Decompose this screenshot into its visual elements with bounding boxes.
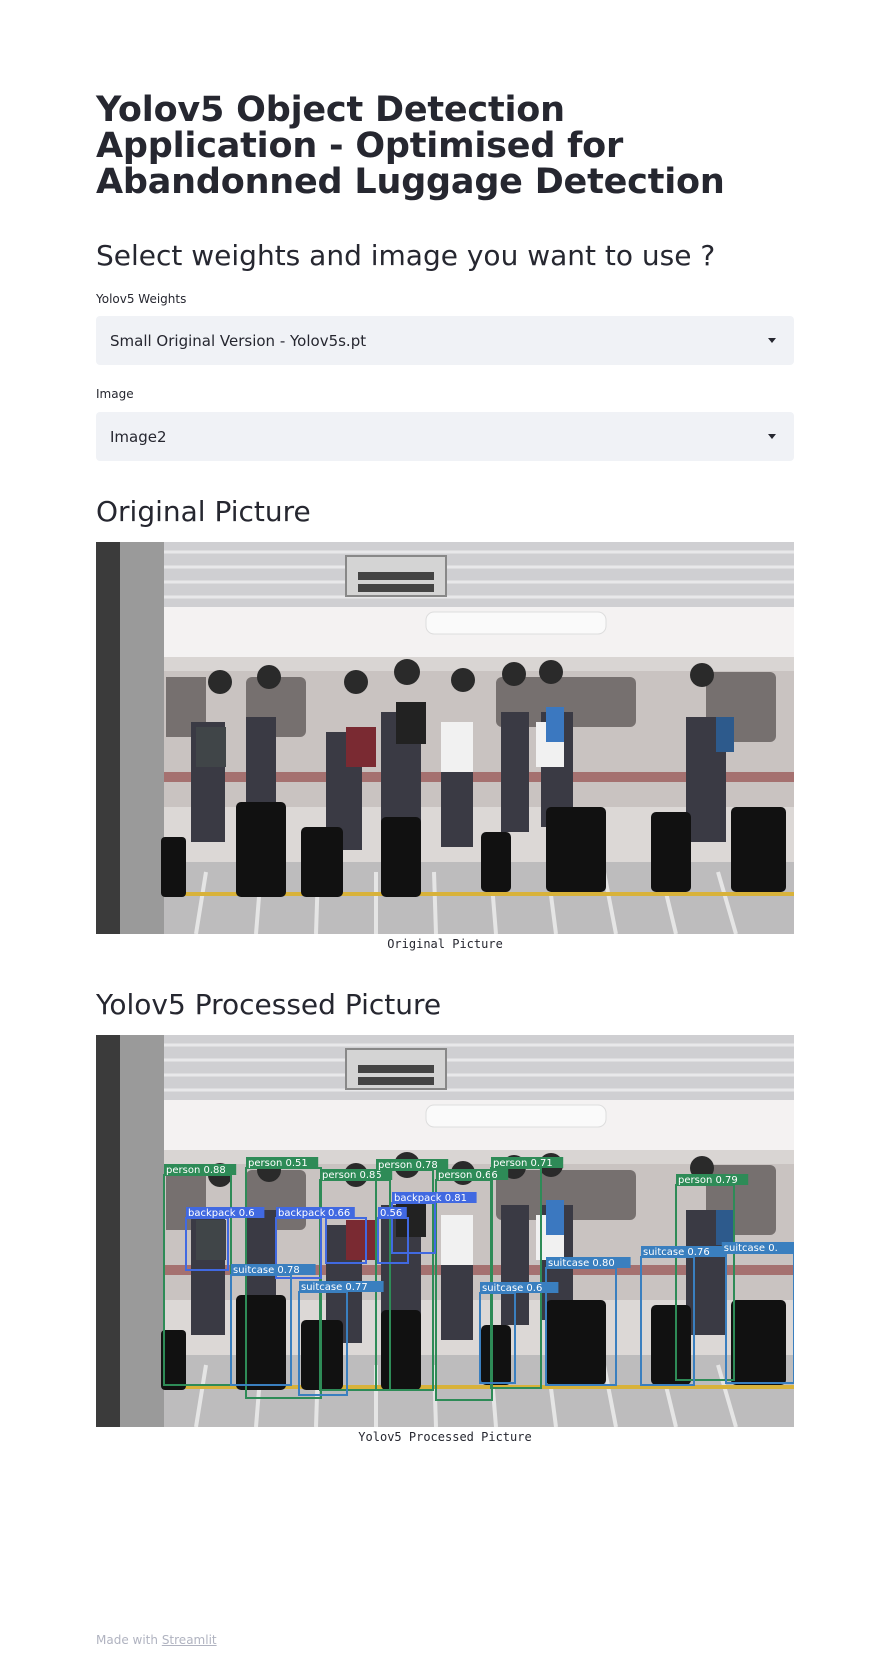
processed-picture: person 0.88 person 0.51 person 0.85 person … <box>96 1035 794 1427</box>
detection-label: suitcase 0.6 <box>482 1283 542 1294</box>
weights-select-value: Small Original Version - Yolov5s.pt <box>110 331 367 350</box>
detection-label: backpack <box>278 1208 326 1219</box>
page-title: Yolov5 Object Detection Application - Op… <box>96 90 725 202</box>
detection-label: person 0.66 <box>438 1170 498 1181</box>
footer: Made with Streamlit <box>96 1633 217 1647</box>
original-picture <box>96 542 794 934</box>
detection-label: person 0.51 <box>248 1158 308 1169</box>
weights-select[interactable]: Small Original Version - Yolov5s.pt <box>96 316 794 365</box>
chevron-down-icon <box>768 338 776 343</box>
detection-label: 0.56 <box>380 1208 402 1219</box>
processed-picture-caption: Yolov5 Processed Picture <box>358 1430 532 1444</box>
detection-label: suitcase 0.77 <box>301 1282 368 1293</box>
detection-label: suitcase 0.78 <box>233 1265 300 1276</box>
select-header: Select weights and image you want to use… <box>96 239 716 272</box>
detection-label: person 0.85 <box>322 1170 382 1181</box>
detection-label: person 0.71 <box>493 1158 553 1169</box>
processed-scene: person 0.88person 0.51person 0.85person … <box>96 1035 794 1427</box>
weights-label: Yolov5 Weights <box>96 292 187 306</box>
detection-label: backpack 0.6 <box>188 1208 255 1219</box>
chevron-down-icon <box>768 434 776 439</box>
original-picture-header: Original Picture <box>96 495 311 528</box>
image-select[interactable]: Image2 <box>96 412 794 461</box>
detection-label: suitcase 0.80 <box>548 1258 615 1269</box>
detection-label: suitcase 0. <box>724 1243 778 1254</box>
detection-label: person 0.79 <box>678 1175 738 1186</box>
detection-label: person 0.78 <box>378 1160 438 1171</box>
detection-label: backpack 0.81 <box>394 1193 467 1204</box>
processed-picture-header: Yolov5 Processed Picture <box>96 988 442 1021</box>
original-picture-caption: Original Picture <box>387 937 503 951</box>
image-select-value: Image2 <box>110 427 167 446</box>
image-label: Image <box>96 387 134 401</box>
footer-prefix: Made with <box>96 1633 158 1647</box>
original-scene <box>96 542 794 934</box>
detection-label: suitcase 0.76 <box>643 1247 710 1258</box>
streamlit-link[interactable]: Streamlit <box>162 1633 217 1647</box>
detection-label: person 0.88 <box>166 1165 226 1176</box>
detection-label: 0.66 <box>328 1208 350 1219</box>
